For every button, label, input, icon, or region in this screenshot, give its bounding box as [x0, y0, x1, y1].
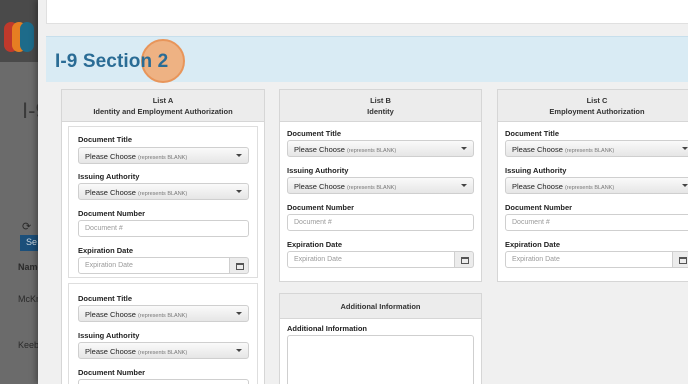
calendar-button[interactable]: [672, 251, 688, 268]
list-a-subtitle: Identity and Employment Authorization: [93, 107, 233, 116]
select-value: Please Choose: [512, 145, 563, 154]
additional-info-textarea[interactable]: [287, 335, 474, 384]
background-button: Se: [20, 235, 40, 251]
issuing-authority-select[interactable]: Please Choose (represents BLANK): [287, 177, 474, 194]
select-hint: (represents BLANK): [137, 350, 188, 356]
select-value: Please Choose: [85, 188, 136, 197]
document-title-label: Document Title: [505, 129, 560, 138]
expiration-date-label: Expiration Date: [78, 246, 134, 255]
issuing-authority-label: Issuing Authority: [78, 172, 140, 181]
select-hint: (represents BLANK): [137, 313, 188, 319]
previous-section-card: [46, 0, 688, 24]
issuing-authority-label: Issuing Authority: [505, 166, 567, 175]
i9-modal: I-9 Section 2 List A Identity and Employ…: [38, 0, 688, 384]
expiration-date-label: Expiration Date: [505, 240, 561, 249]
issuing-authority-select[interactable]: Please Choose (represents BLANK): [505, 177, 688, 194]
document-number-input[interactable]: Document #: [505, 214, 688, 231]
document-number-input[interactable]: [78, 379, 249, 384]
document-title-select[interactable]: Please Choose (represents BLANK): [78, 305, 249, 322]
calendar-icon: [236, 263, 244, 270]
logo-blue-segment: [20, 22, 34, 52]
refresh-icon: ⟳: [22, 221, 32, 233]
additional-info-header: Additional Information: [280, 294, 481, 319]
issuing-authority-select[interactable]: Please Choose (represents BLANK): [78, 183, 249, 200]
issuing-authority-label: Issuing Authority: [78, 331, 140, 340]
list-c-header: List C Employment Authorization: [498, 90, 688, 122]
caret-down-icon: [682, 184, 688, 187]
caret-down-icon: [682, 147, 688, 150]
calendar-icon: [679, 257, 687, 264]
select-value: Please Choose: [294, 182, 345, 191]
caret-down-icon: [236, 154, 242, 157]
expiration-date-input[interactable]: Expiration Date: [505, 251, 673, 268]
document-number-label: Document Number: [505, 203, 573, 212]
company-logo: [2, 22, 36, 52]
document-title-label: Document Title: [78, 294, 133, 303]
select-value: Please Choose: [85, 152, 136, 161]
document-number-label: Document Number: [78, 368, 146, 377]
caret-down-icon: [461, 147, 467, 150]
select-value: Please Choose: [85, 310, 136, 319]
caret-down-icon: [236, 190, 242, 193]
issuing-authority-select[interactable]: Please Choose (represents BLANK): [78, 342, 249, 359]
background-header: [0, 0, 40, 62]
additional-info-label: Additional Information: [287, 324, 367, 333]
select-hint: (represents BLANK): [137, 191, 188, 197]
document-title-select[interactable]: Please Choose (represents BLANK): [287, 140, 474, 157]
list-a-document-group-2: Document Title Please Choose (represents…: [68, 283, 258, 384]
additional-info-panel: Additional Information Additional Inform…: [279, 293, 482, 384]
document-title-select[interactable]: Please Choose (represents BLANK): [78, 147, 249, 164]
list-b-subtitle: Identity: [367, 107, 394, 116]
select-value: Please Choose: [512, 182, 563, 191]
list-b-title: List B: [370, 96, 391, 105]
document-number-label: Document Number: [78, 209, 146, 218]
list-a-document-group: Document Title Please Choose (represents…: [68, 126, 258, 278]
expiration-date-input[interactable]: Expiration Date: [78, 257, 230, 274]
document-number-input[interactable]: Document #: [78, 220, 249, 237]
section-title: I-9 Section 2: [55, 51, 168, 73]
list-a-title: List A: [152, 96, 174, 105]
calendar-button[interactable]: [454, 251, 474, 268]
document-title-label: Document Title: [287, 129, 342, 138]
section-header: I-9 Section 2: [46, 36, 688, 83]
section-step-number: 2: [157, 51, 169, 72]
issuing-authority-label: Issuing Authority: [287, 166, 349, 175]
document-title-label: Document Title: [78, 135, 133, 144]
expiration-date-input[interactable]: Expiration Date: [287, 251, 455, 268]
document-number-label: Document Number: [287, 203, 355, 212]
select-hint: (represents BLANK): [564, 148, 615, 154]
list-b-panel: List B Identity Document Title Please Ch…: [279, 89, 482, 282]
select-value: Please Choose: [85, 347, 136, 356]
expiration-date-label: Expiration Date: [287, 240, 343, 249]
list-c-panel: List C Employment Authorization Document…: [497, 89, 688, 282]
calendar-button[interactable]: [229, 257, 249, 274]
list-a-header: List A Identity and Employment Authoriza…: [62, 90, 264, 122]
list-c-subtitle: Employment Authorization: [549, 107, 645, 116]
document-title-select[interactable]: Please Choose (represents BLANK): [505, 140, 688, 157]
caret-down-icon: [236, 349, 242, 352]
select-hint: (represents BLANK): [137, 155, 188, 161]
document-number-input[interactable]: Document #: [287, 214, 474, 231]
list-b-header: List B Identity: [280, 90, 481, 122]
calendar-icon: [461, 257, 469, 264]
select-value: Please Choose: [294, 145, 345, 154]
list-a-panel: List A Identity and Employment Authoriza…: [61, 89, 265, 384]
caret-down-icon: [461, 184, 467, 187]
section-title-text: I-9 Section: [55, 51, 153, 72]
select-hint: (represents BLANK): [346, 185, 397, 191]
select-hint: (represents BLANK): [564, 185, 615, 191]
list-c-title: List C: [586, 96, 608, 105]
caret-down-icon: [236, 312, 242, 315]
select-hint: (represents BLANK): [346, 148, 397, 154]
